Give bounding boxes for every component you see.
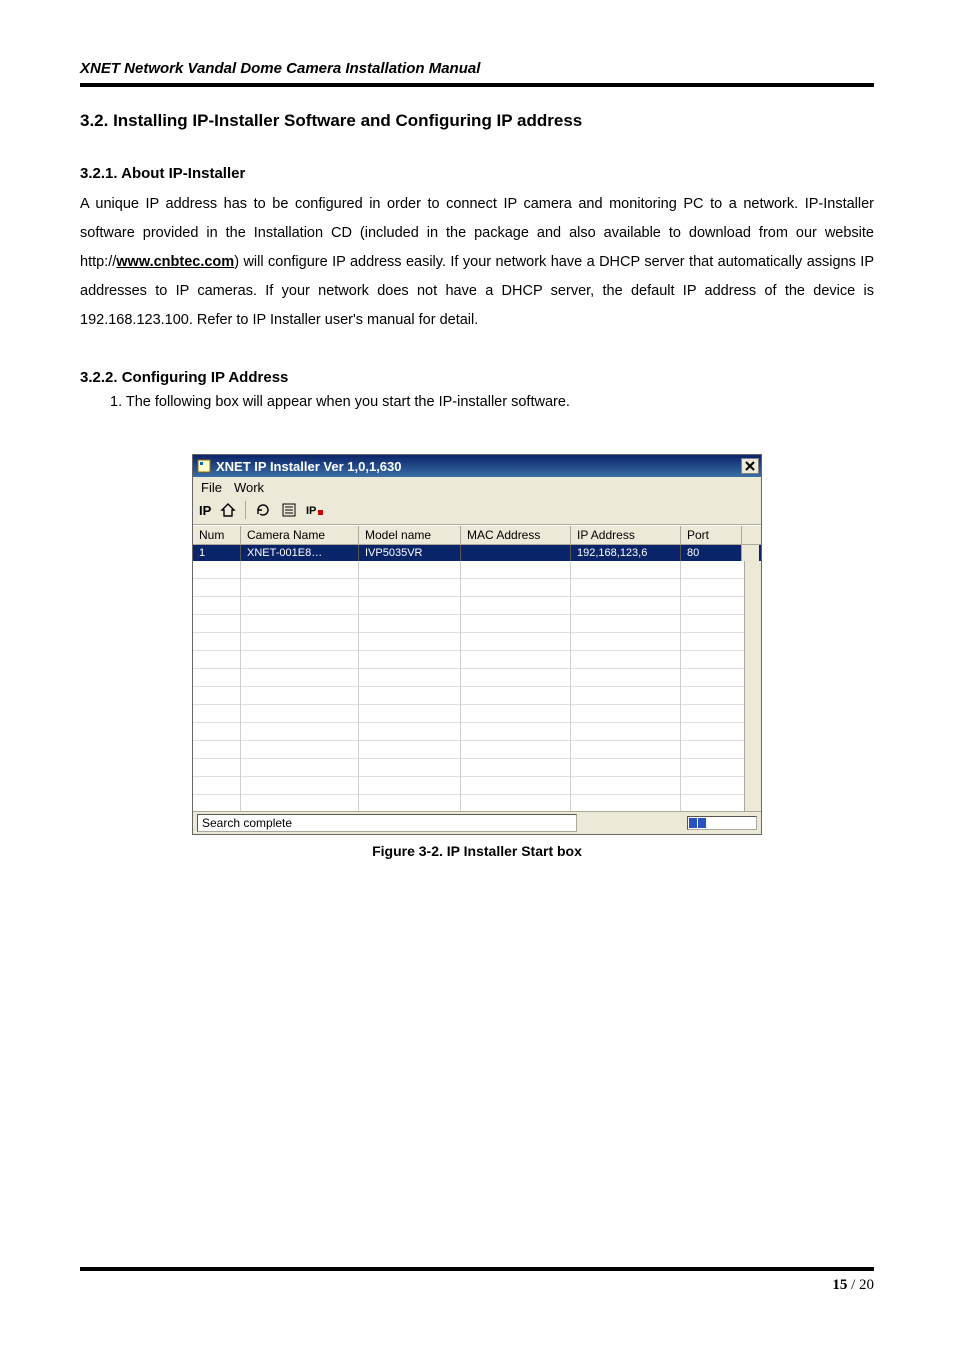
close-button[interactable] [741,458,759,474]
cell-num: 1 [193,545,241,561]
cell-ip: 192,168,123,6 [571,545,681,561]
toolbar-ip-label: IP [199,503,211,518]
col-header-camera[interactable]: Camera Name [241,526,359,544]
ip-icon: IP [306,502,324,518]
refresh-icon [255,502,271,518]
subsection-2-title: 3.2.2. Configuring IP Address [80,369,874,386]
device-list: Num Camera Name Model name MAC Address I… [193,525,761,811]
figure-caption: Figure 3-2. IP Installer Start box [80,843,874,859]
scroll-header-stub [741,526,759,544]
cell-port: 80 [681,545,741,561]
list-icon [281,502,297,518]
website-link[interactable]: www.cnbtec.com [116,254,234,270]
col-header-port[interactable]: Port [681,526,741,544]
step-1: 1. The following box will appear when yo… [110,394,874,410]
cell-camera: XNET-001E8… [241,545,359,561]
scrollbar[interactable] [744,561,761,811]
subsection-1-title: 3.2.1. About IP-Installer [80,165,874,182]
menubar: File Work [193,477,761,498]
empty-rows [193,561,761,811]
page-number: 15 / 20 [80,1277,874,1294]
window-title: XNET IP Installer Ver 1,0,1,630 [216,459,741,474]
toolbar-refresh-button[interactable] [252,500,274,520]
divider-bottom [80,1267,874,1271]
col-header-ip[interactable]: IP Address [571,526,681,544]
toolbar-separator [245,501,246,519]
scroll-row-stub [741,545,759,561]
statusbar: Search complete [193,811,761,834]
app-icon [197,459,211,473]
menu-work[interactable]: Work [234,480,264,495]
section-title: 3.2. Installing IP-Installer Software an… [80,111,874,131]
menu-file[interactable]: File [201,480,222,495]
ip-installer-window: XNET IP Installer Ver 1,0,1,630 File Wor… [192,454,762,835]
toolbar-home-button[interactable] [217,500,239,520]
toolbar-list-button[interactable] [278,500,300,520]
paragraph-about: A unique IP address has to be configured… [80,190,874,335]
cell-mac [461,545,571,561]
page-current: 15 [832,1277,847,1293]
toolbar-ip-button[interactable]: IP [304,500,326,520]
col-header-model[interactable]: Model name [359,526,461,544]
home-icon [220,502,236,518]
status-text: Search complete [197,814,577,832]
window-titlebar[interactable]: XNET IP Installer Ver 1,0,1,630 [193,455,761,477]
page-sep: / [847,1277,859,1293]
list-header: Num Camera Name Model name MAC Address I… [193,525,761,545]
doc-header: XNET Network Vandal Dome Camera Installa… [80,60,874,77]
col-header-mac[interactable]: MAC Address [461,526,571,544]
progress-bar [687,816,757,830]
cell-model: IVP5035VR [359,545,461,561]
page-total: 20 [859,1277,874,1293]
svg-text:IP: IP [306,505,316,517]
close-icon [745,461,755,471]
col-header-num[interactable]: Num [193,526,241,544]
toolbar: IP IP [193,498,761,525]
list-row-selected[interactable]: 1 XNET-001E8… IVP5035VR 192,168,123,6 80 [193,545,761,561]
divider-top [80,83,874,87]
